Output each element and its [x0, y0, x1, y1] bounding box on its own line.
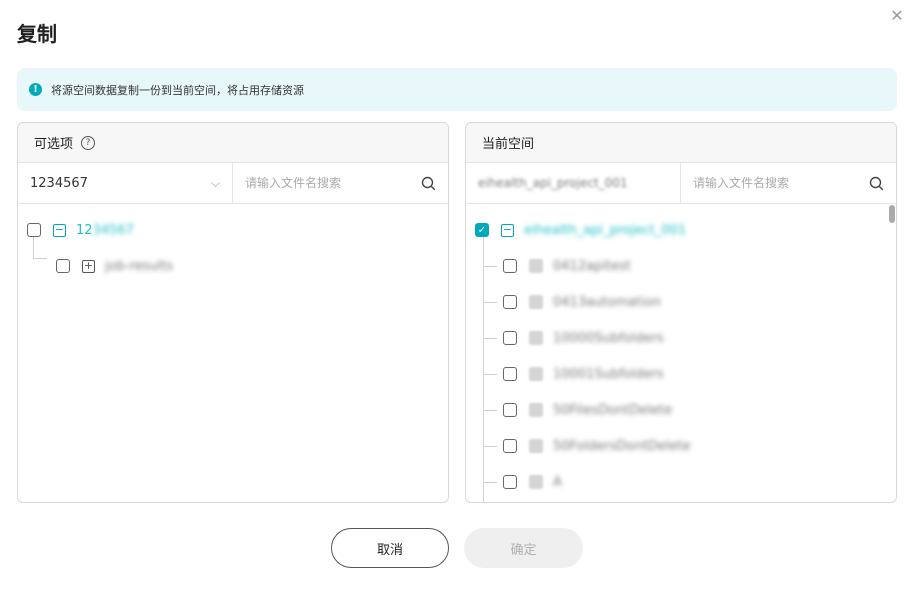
folder-icon	[529, 259, 543, 273]
source-tree: − 1234567 + job-results	[18, 204, 448, 284]
target-tree: ✓ − eihealth_api_project_001 0412apitest…	[466, 204, 896, 502]
help-icon[interactable]: ?	[81, 135, 96, 150]
source-space-select-value: 1234567	[30, 175, 88, 191]
search-icon[interactable]	[869, 176, 884, 191]
folder-icon	[529, 475, 543, 489]
target-search	[681, 163, 896, 203]
source-filter-row: 1234567 ⌵	[18, 163, 448, 204]
cancel-button[interactable]: 取消	[331, 528, 449, 568]
info-icon: !	[29, 83, 42, 96]
target-filter-row: eihealth_api_project_001	[466, 163, 896, 204]
target-panel-header: 当前空间	[466, 123, 896, 163]
source-space-select[interactable]: 1234567 ⌵	[18, 163, 233, 203]
item-checkbox[interactable]	[503, 331, 517, 345]
tree-node-label: 0412apitest	[553, 258, 631, 274]
expand-icon[interactable]: +	[82, 259, 95, 273]
tree-node-label: A	[553, 474, 562, 490]
item-checkbox[interactable]	[503, 403, 517, 417]
close-icon[interactable]: ✕	[889, 8, 905, 24]
source-panel: 可选项 ? 1234567 ⌵ − 1234567 + job-results	[17, 122, 449, 503]
target-panel-title: 当前空间	[482, 137, 535, 152]
target-space-field: eihealth_api_project_001	[466, 163, 681, 203]
tree-node-label: eihealth_api_project_001	[524, 222, 687, 238]
folder-icon	[529, 295, 543, 309]
collapse-icon[interactable]: −	[501, 223, 514, 237]
source-panel-header: 可选项 ?	[18, 123, 448, 163]
tree-node-label: 10001Subfolders	[553, 366, 664, 382]
tree-node-root: ✓ − eihealth_api_project_001	[466, 212, 896, 248]
item-checkbox[interactable]	[503, 259, 517, 273]
tree-node-item: 10000Subfolders	[466, 320, 896, 356]
tree-node-item: 50FilesDontDelete	[466, 392, 896, 428]
search-icon[interactable]	[421, 176, 436, 191]
tree-node-item: 0412apitest	[466, 248, 896, 284]
source-search	[233, 163, 448, 203]
root-checkbox[interactable]: ✓	[475, 223, 489, 237]
tree-node-root: − 1234567	[18, 212, 448, 248]
tree-node-label: 1234567	[76, 222, 134, 238]
scrollbar[interactable]	[889, 205, 895, 223]
item-checkbox[interactable]	[503, 367, 517, 381]
source-search-input[interactable]	[243, 175, 407, 191]
folder-icon	[529, 403, 543, 417]
root-checkbox[interactable]	[27, 223, 41, 237]
folder-icon	[529, 331, 543, 345]
item-checkbox[interactable]	[503, 475, 517, 489]
tree-node-item: 50FoldersDontDelete	[466, 428, 896, 464]
target-space-value: eihealth_api_project_001	[478, 176, 628, 190]
dialog-title: 复制	[17, 22, 57, 46]
child-checkbox[interactable]	[56, 259, 70, 273]
collapse-icon[interactable]: −	[53, 223, 66, 237]
tree-node-item: A	[466, 464, 896, 500]
tree-node-label: job-results	[105, 258, 174, 274]
folder-icon	[529, 367, 543, 381]
tree-node-label: 0413automation	[553, 294, 661, 310]
notice-banner: ! 将源空间数据复制一份到当前空间，将占用存储资源	[17, 68, 897, 111]
item-checkbox[interactable]	[503, 295, 517, 309]
tree-node-label: 10000Subfolders	[553, 330, 664, 346]
notice-text: 将源空间数据复制一份到当前空间，将占用存储资源	[51, 83, 304, 97]
folder-icon	[529, 439, 543, 453]
tree-node-child: + job-results	[18, 248, 448, 284]
tree-node-item: 0413automation	[466, 284, 896, 320]
tree-node-label: 50FilesDontDelete	[553, 402, 673, 418]
target-search-input[interactable]	[691, 175, 855, 191]
item-checkbox[interactable]	[503, 439, 517, 453]
confirm-button[interactable]: 确定	[464, 528, 583, 568]
tree-node-label: 50FoldersDontDelete	[553, 438, 691, 454]
source-panel-title: 可选项	[34, 137, 74, 152]
tree-node-item: 10001Subfolders	[466, 356, 896, 392]
target-panel: 当前空间 eihealth_api_project_001 ✓ − eiheal…	[465, 122, 897, 503]
chevron-down-icon: ⌵	[210, 175, 220, 190]
